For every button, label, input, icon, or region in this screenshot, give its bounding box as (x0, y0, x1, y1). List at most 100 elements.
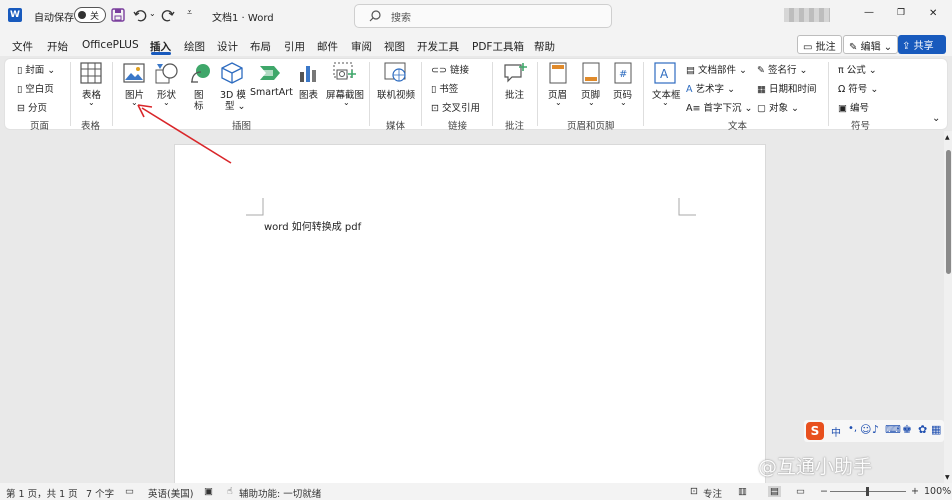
tab-pdf-toolbox[interactable]: PDF工具箱 (472, 39, 524, 54)
drop-cap-button[interactable]: A≡ 首字下沉 ⌄ (686, 100, 753, 114)
group-label-comments: 批注 (505, 121, 525, 132)
tab-home[interactable]: 开始 (47, 39, 68, 54)
text-box-icon[interactable]: A (654, 62, 676, 84)
accessibility-status[interactable]: 辅助功能: 一切就绪 (239, 486, 321, 500)
picture-icon[interactable] (123, 63, 145, 83)
tab-mailings[interactable]: 邮件 (317, 39, 338, 54)
search-box[interactable]: 搜索 (354, 4, 612, 28)
autosave-toggle[interactable]: 关 (74, 7, 106, 23)
read-mode-icon[interactable]: ▥ (738, 486, 747, 497)
date-time-button[interactable]: ▦ 日期和时间 (757, 81, 817, 95)
comment-button-label[interactable]: 批注 (505, 87, 524, 101)
scroll-down-icon[interactable]: ▼ (945, 474, 950, 481)
save-icon[interactable] (111, 8, 125, 22)
chevron-down-icon: ⌄ (588, 98, 595, 107)
tab-help[interactable]: 帮助 (534, 39, 555, 54)
collapse-ribbon-icon[interactable]: ⌄ (932, 113, 940, 124)
scrollbar-thumb[interactable] (946, 150, 951, 274)
tab-references[interactable]: 引用 (284, 39, 305, 54)
chevron-down-icon: ⌄ (88, 98, 95, 107)
3d-model-icon[interactable] (221, 62, 243, 84)
restore-button[interactable]: ❐ (897, 8, 905, 18)
zoom-out-button[interactable]: − (820, 486, 828, 497)
smartart-icon[interactable] (258, 62, 282, 84)
numbering-button[interactable]: ▣ 编号 (838, 100, 869, 114)
editing-label: 编辑 (860, 42, 881, 53)
page-break-button[interactable]: ⊟ 分页 (17, 100, 47, 114)
macro-icon[interactable]: ▣ (204, 486, 213, 497)
page-count[interactable]: 第 1 页，共 1 页 (6, 486, 78, 500)
undo-icon[interactable] (133, 8, 147, 22)
microphone-icon[interactable]: ♪ (872, 423, 879, 436)
close-button[interactable]: ✕ (929, 8, 937, 19)
grid-menu-icon[interactable]: ▦ (931, 423, 941, 436)
online-video-icon[interactable] (384, 62, 408, 84)
tab-developer[interactable]: 开发工具 (417, 39, 459, 54)
ime-toolbar[interactable]: S 中 •, ☺ ♪ ⌨ ♚ ✿ ▦ (804, 420, 944, 442)
screenshot-icon[interactable] (333, 62, 357, 84)
tab-review[interactable]: 审阅 (351, 39, 372, 54)
customize-qat-icon[interactable]: ⩡ (187, 8, 192, 18)
punctuation-icon[interactable]: •, (848, 423, 857, 434)
document-body-text[interactable]: word 如何转换成 pdf (264, 218, 361, 233)
print-layout-icon[interactable]: ▤ (768, 486, 781, 497)
tab-layout[interactable]: 布局 (250, 39, 271, 54)
footer-icon[interactable] (582, 62, 600, 84)
account-avatar[interactable] (784, 8, 830, 22)
group-label-symbols: 符号 (851, 121, 871, 132)
chevron-down-icon: ⌄ (343, 98, 350, 107)
language-indicator[interactable]: 英语(美国) (148, 486, 193, 500)
cross-reference-button[interactable]: ⊡ 交叉引用 (431, 100, 480, 114)
bookmark-icon: ▯ (431, 84, 437, 95)
zoom-slider-thumb[interactable] (866, 487, 869, 496)
tab-file[interactable]: 文件 (12, 39, 33, 54)
blank-page-button[interactable]: ▯ 空白页 (17, 81, 54, 95)
link-button[interactable]: ⊂⊃ 链接 (431, 62, 469, 76)
share-button[interactable]: ⇪ 共享 (898, 35, 946, 54)
page-number-icon[interactable]: # (614, 62, 632, 84)
cover-page-button[interactable]: ▯ 封面 ⌄ (17, 62, 55, 76)
online-video-button-label[interactable]: 联机视频 (377, 87, 415, 101)
tab-draw[interactable]: 绘图 (184, 39, 205, 54)
wordart-button[interactable]: A 艺术字 ⌄ (686, 81, 735, 95)
proofing-icon[interactable]: ▭ (125, 486, 134, 497)
redo-icon[interactable] (161, 8, 175, 22)
symbol-button[interactable]: Ω 符号 ⌄ (838, 81, 878, 95)
scroll-up-icon[interactable]: ▲ (945, 134, 950, 141)
header-icon[interactable] (549, 62, 567, 84)
ime-mode-label[interactable]: 中 (831, 424, 841, 439)
zoom-level[interactable]: 100% (924, 486, 951, 497)
undo-dropdown-icon[interactable]: ⌄ (149, 9, 156, 18)
new-comment-icon[interactable] (503, 62, 527, 84)
web-layout-icon[interactable]: ▭ (796, 486, 805, 497)
status-bar (0, 483, 952, 500)
focus-mode-button[interactable]: 专注 (703, 486, 722, 500)
chart-button-label[interactable]: 图表 (299, 87, 318, 101)
divider (70, 62, 71, 126)
share-label: 共享 (913, 41, 934, 52)
skin-icon[interactable]: ♚ (902, 423, 912, 436)
zoom-in-button[interactable]: + (911, 486, 919, 497)
smartart-button-label[interactable]: SmartArt (250, 87, 293, 98)
quick-parts-button[interactable]: ▤ 文档部件 ⌄ (686, 62, 747, 76)
signature-label: 签名行 (768, 65, 797, 76)
tab-officeplus[interactable]: OfficePLUS (82, 39, 139, 51)
tab-view[interactable]: 视图 (384, 39, 405, 54)
icons-icon[interactable] (189, 62, 211, 84)
emoji-icon[interactable]: ☺ (860, 423, 871, 436)
tab-design[interactable]: 设计 (217, 39, 238, 54)
bookmark-button[interactable]: ▯ 书签 (431, 81, 458, 95)
minimize-button[interactable]: — (864, 7, 874, 18)
equation-button[interactable]: π 公式 ⌄ (838, 62, 877, 76)
comments-button[interactable]: ▭ 批注 (797, 35, 842, 54)
shapes-icon[interactable] (155, 62, 179, 84)
chart-icon[interactable] (298, 62, 320, 84)
keyboard-icon[interactable]: ⌨ (885, 423, 901, 436)
object-button[interactable]: ▢ 对象 ⌄ (757, 100, 799, 114)
signature-line-button[interactable]: ✎ 签名行 ⌄ (757, 62, 808, 76)
table-icon[interactable] (80, 62, 102, 84)
editing-button[interactable]: ✎ 编辑 ⌄ (843, 35, 899, 54)
toolbox-icon[interactable]: ✿ (918, 423, 927, 436)
word-count[interactable]: 7 个字 (86, 486, 114, 500)
chevron-down-icon: ⌄ (620, 98, 627, 107)
